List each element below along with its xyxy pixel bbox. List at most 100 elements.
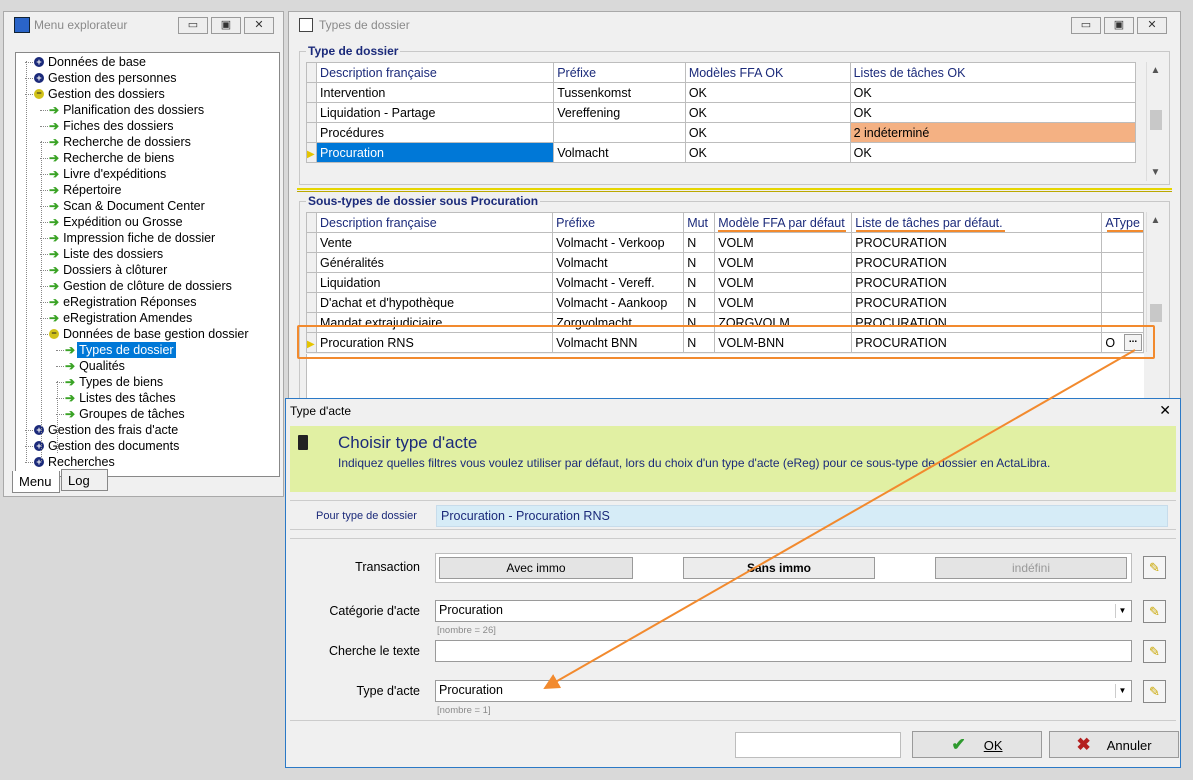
tree-item[interactable]: ➔ Dossiers à clôturer [40, 262, 169, 278]
tree-item[interactable]: ➔ Types de dossier [56, 342, 176, 358]
tree-item[interactable]: + Recherches [25, 454, 117, 470]
column-header[interactable]: Description française [315, 212, 554, 233]
scroll-up-icon[interactable]: ▲ [1147, 215, 1164, 226]
column-header[interactable]: Description française [316, 62, 555, 83]
table-cell[interactable]: 2 indéterminé [849, 122, 1137, 143]
table-cell[interactable]: PROCURATION [851, 292, 1103, 313]
indefini-button[interactable]: indéfini [935, 557, 1127, 579]
tree-item[interactable]: ➔ Groupes de tâches [56, 406, 187, 422]
close-button[interactable]: ✕ [244, 17, 274, 34]
table-cell[interactable]: Liquidation [315, 272, 554, 293]
tree-item[interactable]: − Données de base gestion dossier [40, 326, 251, 342]
table-cell[interactable]: N [683, 292, 716, 313]
table-cell[interactable] [1101, 272, 1144, 293]
table-cell[interactable] [1101, 292, 1144, 313]
table-cell[interactable]: Volmacht - Aankoop [552, 292, 685, 313]
table-cell[interactable]: OK [849, 102, 1137, 123]
tree-item[interactable]: + Gestion des frais d'acte [25, 422, 180, 438]
ok-button[interactable]: ✔ OK [912, 731, 1042, 758]
table-cell[interactable]: Procédures [316, 122, 555, 143]
tree-item[interactable]: ➔ Recherche de dossiers [40, 134, 193, 150]
table-cell[interactable]: Volmacht - Verkoop [552, 232, 685, 253]
tree-item[interactable]: ➔ Livre d'expéditions [40, 166, 168, 182]
table-row[interactable]: Intervention Tussenkomst OK OK [305, 82, 1137, 103]
column-header[interactable]: Préfixe [553, 62, 686, 83]
tree-item[interactable]: ➔ Planification des dossiers [40, 102, 206, 118]
tree-item[interactable]: − Gestion des dossiers [25, 86, 167, 102]
pin-type-acte-icon[interactable]: ✎ [1143, 680, 1166, 703]
tab-log[interactable]: Log [61, 469, 108, 491]
table-cell[interactable]: VOLM [714, 272, 853, 293]
table-cell[interactable]: PROCURATION [851, 232, 1103, 253]
table-cell[interactable]: VOLM [714, 232, 853, 253]
table-cell[interactable]: N [683, 272, 716, 293]
table-cell[interactable]: PROCURATION [851, 272, 1103, 293]
sans-immo-button[interactable]: Sans immo [683, 557, 875, 579]
chevron-down-icon[interactable]: ▼ [1115, 604, 1129, 618]
pin-cherche-icon[interactable]: ✎ [1143, 640, 1166, 663]
tree-item[interactable]: ➔ Scan & Document Center [40, 198, 207, 214]
table-cell[interactable]: OK [684, 82, 851, 103]
maximize-button[interactable]: ▣ [1104, 17, 1134, 34]
cherche-input[interactable] [435, 640, 1132, 662]
tree-item[interactable]: ➔ Types de biens [56, 374, 165, 390]
column-header[interactable]: Mut [683, 212, 716, 233]
table-cell[interactable]: Liquidation - Partage [316, 102, 555, 123]
table-cell[interactable]: Volmacht [552, 252, 685, 273]
column-header[interactable]: Préfixe [552, 212, 685, 233]
table-cell[interactable]: Vereffening [553, 102, 686, 123]
table-cell[interactable]: Intervention [316, 82, 555, 103]
table-row[interactable]: D'achat et d'hypothèque Volmacht - Aankoo… [306, 292, 1144, 313]
tree-item[interactable]: ➔ Expédition ou Grosse [40, 214, 185, 230]
table-cell[interactable]: D'achat et d'hypothèque [315, 292, 554, 313]
column-header[interactable]: Listes de tâches OK [849, 62, 1137, 83]
table-row[interactable]: Procédures OK 2 indéterminé [305, 122, 1137, 143]
table-cell[interactable]: OK [684, 102, 851, 123]
table-cell[interactable]: PROCURATION [851, 252, 1103, 273]
table-cell[interactable]: OK [684, 122, 851, 143]
scroll-down-icon[interactable]: ▼ [1147, 167, 1164, 178]
avec-immo-button[interactable]: Avec immo [439, 557, 633, 579]
table-cell[interactable] [1101, 232, 1144, 253]
table-cell[interactable]: Volmacht [553, 142, 686, 163]
table-row[interactable]: Généralités Volmacht N VOLM PROCURATION [306, 252, 1144, 273]
table-cell[interactable] [553, 122, 686, 143]
table-row[interactable]: Liquidation - Partage Vereffening OK OK [305, 102, 1137, 123]
splitter[interactable] [297, 188, 1172, 192]
minimize-button[interactable]: ▭ [178, 17, 208, 34]
table-row[interactable]: Liquidation Volmacht - Vereff. N VOLM PROCUR… [306, 272, 1144, 293]
tab-menu[interactable]: Menu [12, 471, 60, 493]
tree-item[interactable]: + Gestion des personnes [25, 70, 179, 86]
table-cell[interactable]: OK [684, 142, 851, 163]
tree-item[interactable]: ➔ Répertoire [40, 182, 123, 198]
table-cell[interactable]: Généralités [315, 252, 554, 273]
table-cell[interactable]: Tussenkomst [553, 82, 686, 103]
pin-categorie-icon[interactable]: ✎ [1143, 600, 1166, 623]
table-cell[interactable]: VOLM [714, 292, 853, 313]
table-cell[interactable] [1101, 252, 1144, 273]
table-cell[interactable]: N [683, 252, 716, 273]
scroll-thumb[interactable] [1150, 304, 1162, 322]
table-cell[interactable]: OK [849, 142, 1137, 163]
table-cell[interactable]: Vente [315, 232, 554, 253]
tree-item[interactable]: ➔ Listes des tâches [56, 390, 178, 406]
tree-item[interactable]: ➔ Recherche de biens [40, 150, 176, 166]
tree-item[interactable]: ➔ Fiches des dossiers [40, 118, 176, 134]
table-row[interactable]: Vente Volmacht - Verkoop N VOLM PROCURATION [306, 232, 1144, 253]
tree-item[interactable]: ➔ Liste des dossiers [40, 246, 165, 262]
tree-item[interactable]: ➔ Gestion de clôture de dossiers [40, 278, 234, 294]
tree-item[interactable]: ➔ eRegistration Amendes [40, 310, 194, 326]
cancel-button[interactable]: ✖ Annuler [1049, 731, 1179, 758]
tree-item[interactable]: + Données de base [25, 54, 148, 70]
table-cell[interactable]: VOLM [714, 252, 853, 273]
column-header[interactable]: Modèles FFA OK [684, 62, 851, 83]
pin-transaction-icon[interactable]: ✎ [1143, 556, 1166, 579]
table-cell[interactable]: Volmacht - Vereff. [552, 272, 685, 293]
scroll-thumb[interactable] [1150, 110, 1162, 130]
table-cell[interactable]: OK [849, 82, 1137, 103]
grid1-scrollbar[interactable]: ▲ ▼ [1146, 62, 1164, 181]
table-cell[interactable]: Procuration [316, 142, 555, 163]
tree-item[interactable]: ➔ Impression fiche de dossier [40, 230, 217, 246]
close-button[interactable]: ✕ [1137, 17, 1167, 34]
table-cell[interactable]: N [683, 232, 716, 253]
